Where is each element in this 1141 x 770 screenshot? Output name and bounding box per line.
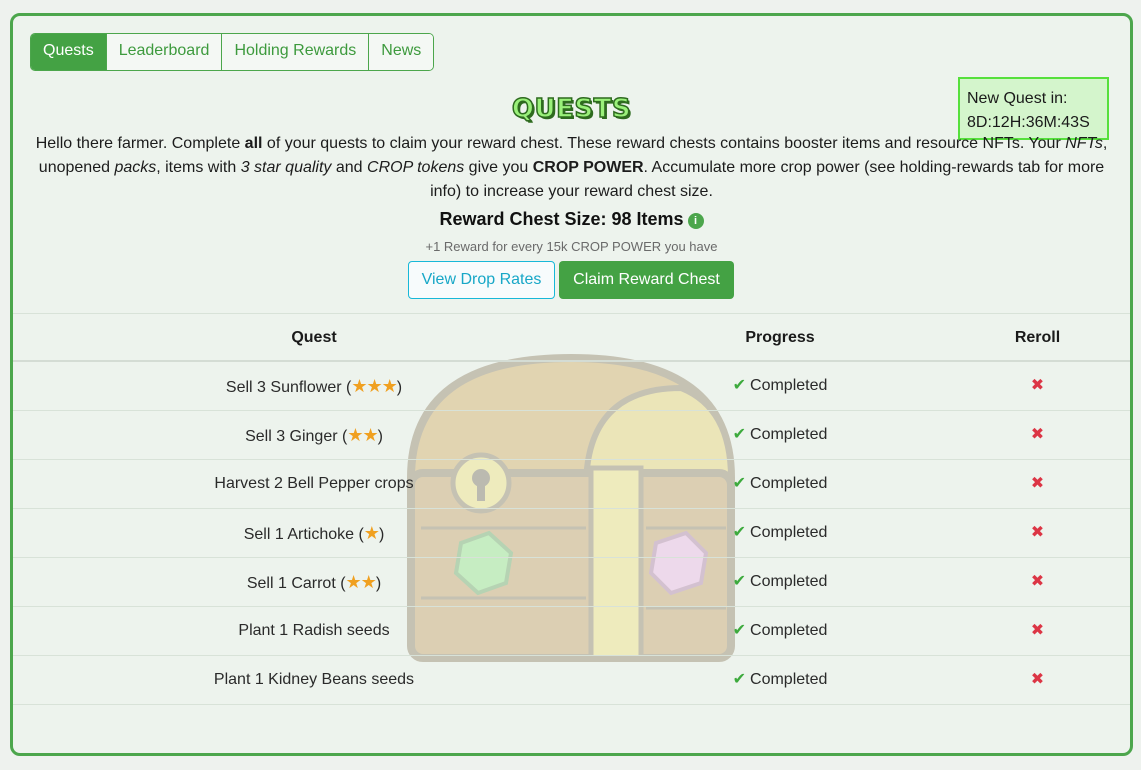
reroll-cell: ✖: [945, 362, 1130, 410]
intro-segment: give you: [464, 159, 533, 176]
table-row: Harvest 2 Bell Pepper crops ✔ Completed ✖: [13, 460, 1130, 509]
star-icon: ★★: [345, 572, 377, 592]
quest-cell: Harvest 2 Bell Pepper crops: [13, 460, 615, 508]
quest-name: Plant 1 Radish seeds: [238, 622, 390, 639]
quest-cell: Sell 1 Artichoke (★): [13, 509, 615, 557]
reward-chest-size: Reward Chest Size: 98 Items i: [13, 209, 1130, 230]
reroll-x-icon[interactable]: ✖: [1031, 671, 1044, 688]
header-progress: Progress: [745, 329, 815, 346]
tab-bar: Quests Leaderboard Holding Rewards News: [30, 33, 435, 71]
star-icon: ★: [363, 523, 380, 543]
progress-cell: ✔ Completed: [615, 460, 945, 508]
check-icon: ✔: [732, 426, 747, 443]
quest-name: Sell 1 Artichoke (: [243, 526, 364, 543]
info-icon[interactable]: i: [687, 213, 704, 229]
tab-quests[interactable]: Quests: [31, 34, 107, 70]
check-icon: ✔: [732, 524, 747, 541]
tab-leaderboard[interactable]: Leaderboard: [106, 34, 223, 70]
quest-name: Sell 3 Sunflower (: [225, 379, 352, 396]
reroll-x-icon[interactable]: ✖: [1031, 426, 1044, 443]
progress-cell: ✔ Completed: [615, 362, 945, 410]
intro-segment: Hello there farmer. Complete: [35, 135, 245, 152]
quest-cell: Sell 3 Ginger (★★): [13, 411, 615, 459]
quest-cell: Plant 1 Kidney Beans seeds: [13, 656, 615, 704]
check-icon: ✔: [732, 573, 747, 590]
chest-size-label: Reward Chest Size: 98 Items: [439, 209, 684, 229]
quest-name: Sell 3 Ginger (: [245, 428, 348, 445]
reroll-cell: ✖: [945, 411, 1130, 459]
progress-cell: ✔ Completed: [615, 607, 945, 655]
check-icon: ✔: [732, 622, 747, 639]
progress-cell: ✔ Completed: [615, 509, 945, 557]
reroll-x-icon[interactable]: ✖: [1031, 622, 1044, 639]
table-row: Plant 1 Kidney Beans seeds ✔ Completed ✖: [13, 656, 1130, 705]
intro-bold-all: all: [244, 135, 263, 152]
star-icon: ★★: [347, 425, 378, 445]
progress-cell: ✔ Completed: [615, 656, 945, 704]
check-icon: ✔: [732, 377, 747, 394]
header-quest: Quest: [291, 329, 337, 346]
table-row: Sell 3 Sunflower (★★★) ✔ Completed ✖: [13, 362, 1130, 411]
progress-status: Completed: [750, 475, 828, 492]
reroll-x-icon[interactable]: ✖: [1031, 475, 1044, 492]
check-icon: ✔: [732, 671, 747, 688]
table-row: Sell 1 Artichoke (★) ✔ Completed ✖: [13, 509, 1130, 558]
claim-reward-chest-button[interactable]: Claim Reward Chest: [559, 261, 734, 299]
quests-panel: Quests Leaderboard Holding Rewards News …: [10, 13, 1133, 756]
progress-cell: ✔ Completed: [615, 558, 945, 606]
progress-status: Completed: [750, 426, 828, 443]
star-icon: ★★★: [351, 376, 397, 396]
quest-name-suffix: ): [377, 428, 383, 445]
table-row: Sell 3 Ginger (★★) ✔ Completed ✖: [13, 411, 1130, 460]
reward-subtext: +1 Reward for every 15k CROP POWER you h…: [425, 239, 718, 254]
reroll-cell: ✖: [945, 656, 1130, 704]
intro-segment: , items with: [156, 159, 241, 176]
progress-status: Completed: [750, 524, 828, 541]
header-reroll: Reroll: [1014, 329, 1061, 346]
reroll-cell: ✖: [945, 558, 1130, 606]
progress-status: Completed: [750, 573, 828, 590]
reroll-x-icon[interactable]: ✖: [1031, 524, 1044, 541]
quest-name-suffix: ): [378, 526, 385, 543]
reroll-cell: ✖: [945, 509, 1130, 557]
intro-segment: of your quests to claim your reward ches…: [262, 135, 1066, 152]
tab-holding-rewards[interactable]: Holding Rewards: [222, 34, 370, 70]
quest-name-suffix: ): [396, 379, 403, 396]
quest-name-suffix: ): [375, 575, 382, 592]
quest-cell: Sell 1 Carrot (★★): [13, 558, 615, 606]
check-icon: ✔: [732, 475, 747, 492]
reroll-cell: ✖: [945, 607, 1130, 655]
progress-status: Completed: [750, 671, 828, 688]
quest-cell: Sell 3 Sunflower (★★★): [13, 362, 615, 410]
table-header: Quest Progress Reroll: [13, 313, 1130, 362]
quest-cell: Plant 1 Radish seeds: [13, 607, 615, 655]
reroll-cell: ✖: [945, 460, 1130, 508]
intro-italic-nfts: NFTs: [1065, 135, 1103, 152]
progress-cell: ✔ Completed: [615, 411, 945, 459]
reroll-x-icon[interactable]: ✖: [1031, 377, 1044, 394]
intro-italic-quality: 3 star quality: [240, 159, 332, 176]
intro-bold-crop-power: CROP POWER: [532, 159, 644, 176]
progress-status: Completed: [750, 622, 828, 639]
quest-name: Plant 1 Kidney Beans seeds: [213, 671, 415, 688]
table-row: Plant 1 Radish seeds ✔ Completed ✖: [13, 607, 1130, 656]
intro-italic-crop-tokens: CROP tokens: [367, 159, 465, 176]
page-title: QUESTS: [511, 93, 632, 125]
reroll-x-icon[interactable]: ✖: [1031, 573, 1044, 590]
intro-italic-packs: packs: [114, 159, 157, 176]
progress-status: Completed: [750, 377, 828, 394]
quest-name: Sell 1 Carrot (: [246, 575, 346, 592]
view-drop-rates-button[interactable]: View Drop Rates: [408, 261, 555, 299]
tab-news[interactable]: News: [369, 34, 434, 70]
table-row: Sell 1 Carrot (★★) ✔ Completed ✖: [13, 558, 1130, 607]
quest-name: Harvest 2 Bell Pepper crops: [214, 475, 414, 492]
intro-text: Hello there farmer. Complete all of your…: [29, 132, 1114, 204]
intro-segment: and: [331, 159, 368, 176]
quest-table: Quest Progress Reroll Sell 3 Sunflower (…: [13, 313, 1130, 705]
